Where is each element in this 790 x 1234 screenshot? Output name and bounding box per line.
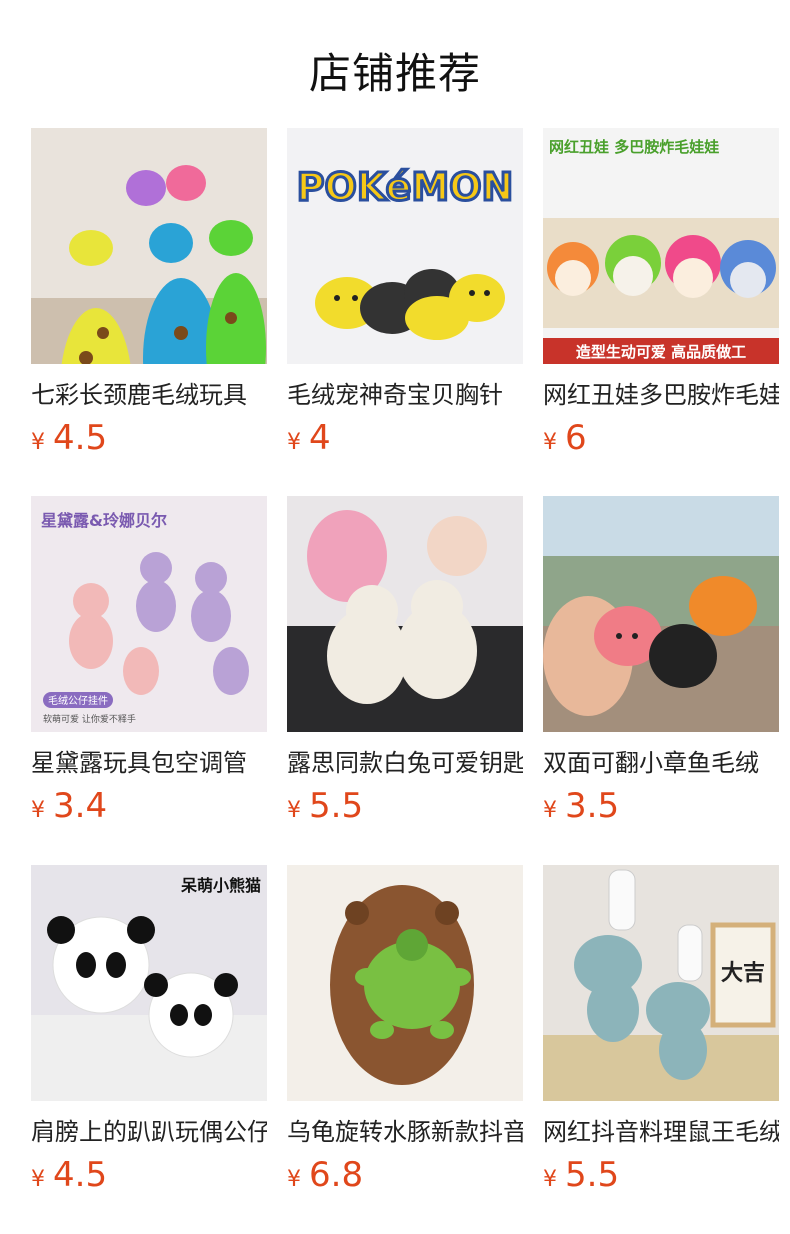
price-value: 6.8 (309, 1155, 364, 1195)
pokemon-logo: POKéMON (297, 165, 514, 209)
currency-symbol: ¥ (31, 798, 45, 823)
image-banner-text: 大吉 (721, 960, 765, 986)
product-image[interactable] (287, 496, 523, 732)
price-value: 3.4 (53, 786, 108, 826)
product-price: ¥3.5 (543, 784, 779, 828)
product-name[interactable]: 肩膀上的趴趴玩偶公仔 (31, 1117, 267, 1147)
product-name[interactable]: 星黛露玩具包空调管 (31, 748, 267, 778)
product-image[interactable]: 星黛露&玲娜贝尔 毛绒公仔挂件 软萌可爱 让你爱不释手 (31, 496, 267, 732)
product-name[interactable]: 毛绒宠神奇宝贝胸针 (287, 380, 523, 410)
product-image[interactable] (287, 865, 523, 1101)
price-value: 4.5 (53, 418, 108, 458)
product-name[interactable]: 网红抖音料理鼠王毛绒 (543, 1117, 779, 1147)
price-value: 6 (565, 418, 587, 458)
product-image[interactable]: 网红丑娃 多巴胺炸毛娃娃 造型生动可爱 高品质做工 (543, 128, 779, 364)
price-value: 4 (309, 418, 331, 458)
product-price: ¥4 (287, 416, 523, 460)
image-badge-text: 毛绒公仔挂件 (48, 694, 108, 707)
image-footer-text: 造型生动可爱 高品质做工 (576, 343, 746, 361)
currency-symbol: ¥ (31, 1167, 45, 1192)
currency-symbol: ¥ (287, 1167, 301, 1192)
product-card-stellalou[interactable]: 星黛露&玲娜贝尔 毛绒公仔挂件 软萌可爱 让你爱不释手 星黛露玩具包空调管 ¥3… (31, 496, 267, 826)
product-name[interactable]: 网红丑娃多巴胺炸毛娃 (543, 380, 779, 410)
product-image[interactable]: POKéMON (287, 128, 523, 364)
price-value: 5.5 (309, 786, 364, 826)
product-card-capybara-turtle[interactable]: 乌龟旋转水豚新款抖音 ¥6.8 (287, 865, 523, 1195)
product-card-octopus[interactable]: 双面可翻小章鱼毛绒 ¥3.5 (543, 496, 779, 826)
product-image[interactable]: 呆萌小熊猫 (31, 865, 267, 1101)
image-banner-text: 网红丑娃 多巴胺炸毛娃娃 (549, 138, 719, 156)
price-value: 5.5 (565, 1155, 620, 1195)
product-card-ugly-doll[interactable]: 网红丑娃 多巴胺炸毛娃娃 造型生动可爱 高品质做工 网红丑娃多巴胺炸毛娃 ¥6 (543, 128, 779, 458)
product-price: ¥5.5 (287, 784, 523, 828)
currency-symbol: ¥ (543, 1167, 557, 1192)
product-image[interactable]: 大吉 (543, 865, 779, 1101)
product-card-giraffe[interactable]: 七彩长颈鹿毛绒玩具 ¥4.5 (31, 128, 267, 458)
currency-symbol: ¥ (543, 798, 557, 823)
currency-symbol: ¥ (287, 798, 301, 823)
image-caption-text: 软萌可爱 让你爱不释手 (43, 713, 136, 725)
price-value: 3.5 (565, 786, 620, 826)
currency-symbol: ¥ (287, 430, 301, 455)
product-name[interactable]: 乌龟旋转水豚新款抖音 (287, 1117, 523, 1147)
section-title: 店铺推荐 (308, 49, 481, 98)
currency-symbol: ¥ (31, 430, 45, 455)
product-name[interactable]: 露思同款白兔可爱钥匙 (287, 748, 523, 778)
product-price: ¥5.5 (543, 1153, 779, 1197)
price-value: 4.5 (53, 1155, 108, 1195)
product-card-pokemon[interactable]: POKéMON 毛绒宠神奇宝贝胸针 ¥4 (287, 128, 523, 458)
product-card-white-rabbit[interactable]: 露思同款白兔可爱钥匙 ¥5.5 (287, 496, 523, 826)
product-price: ¥4.5 (31, 416, 267, 460)
image-banner-text: 星黛露&玲娜贝尔 (41, 511, 167, 530)
product-image[interactable] (543, 496, 779, 732)
product-name[interactable]: 七彩长颈鹿毛绒玩具 (31, 380, 267, 410)
product-card-ratatouille[interactable]: 大吉 网红抖音料理鼠王毛绒 ¥5.5 (543, 865, 779, 1195)
product-price: ¥6 (543, 416, 779, 460)
product-price: ¥6.8 (287, 1153, 523, 1197)
currency-symbol: ¥ (543, 430, 557, 455)
product-image[interactable] (31, 128, 267, 364)
product-price: ¥4.5 (31, 1153, 267, 1197)
product-card-panda[interactable]: 呆萌小熊猫 肩膀上的趴趴玩偶公仔 ¥4.5 (31, 865, 267, 1195)
image-banner-text: 呆萌小熊猫 (180, 876, 261, 895)
product-price: ¥3.4 (31, 784, 267, 828)
product-name[interactable]: 双面可翻小章鱼毛绒 (543, 748, 779, 778)
